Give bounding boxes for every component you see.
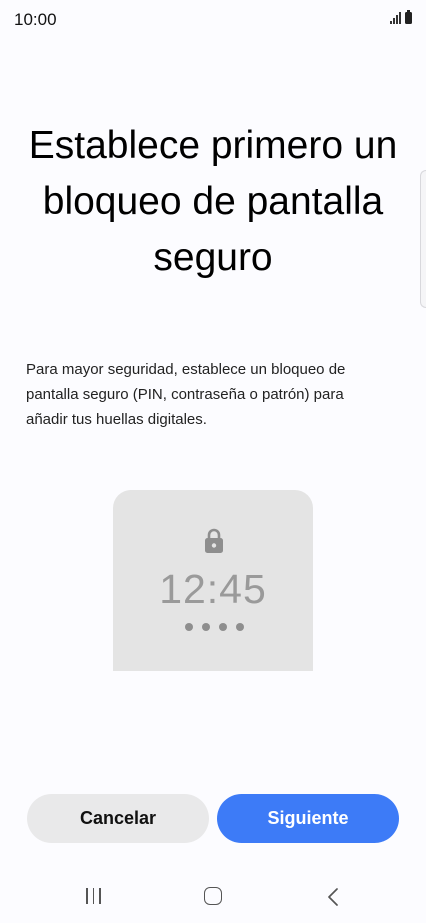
signal-icon [390, 12, 401, 24]
back-icon[interactable] [326, 887, 340, 907]
pin-dot [236, 623, 244, 631]
lock-screen-illustration: 12:45 [113, 490, 313, 671]
pin-dots [185, 623, 244, 631]
pin-dot [185, 623, 193, 631]
navigation-bar [0, 878, 426, 918]
page-title: Establece primero un bloqueo de pantalla… [28, 124, 398, 279]
status-icons [390, 10, 412, 24]
pin-dot [202, 623, 210, 631]
home-icon[interactable] [204, 887, 222, 905]
clock-text: 12:45 [159, 566, 267, 612]
recents-icon[interactable] [86, 888, 101, 904]
screen: 10:00 Establece primero un bloqueo de pa… [0, 0, 426, 923]
status-bar: 10:00 [0, 0, 426, 40]
edge-panel-handle[interactable] [420, 170, 426, 308]
next-button[interactable]: Siguiente [217, 794, 399, 843]
description-text: Para mayor seguridad, establece un bloqu… [26, 361, 346, 428]
cancel-button[interactable]: Cancelar [27, 794, 209, 843]
battery-icon [405, 10, 412, 24]
status-time: 10:00 [14, 10, 57, 29]
pin-dot [219, 623, 227, 631]
lock-icon [205, 528, 223, 553]
